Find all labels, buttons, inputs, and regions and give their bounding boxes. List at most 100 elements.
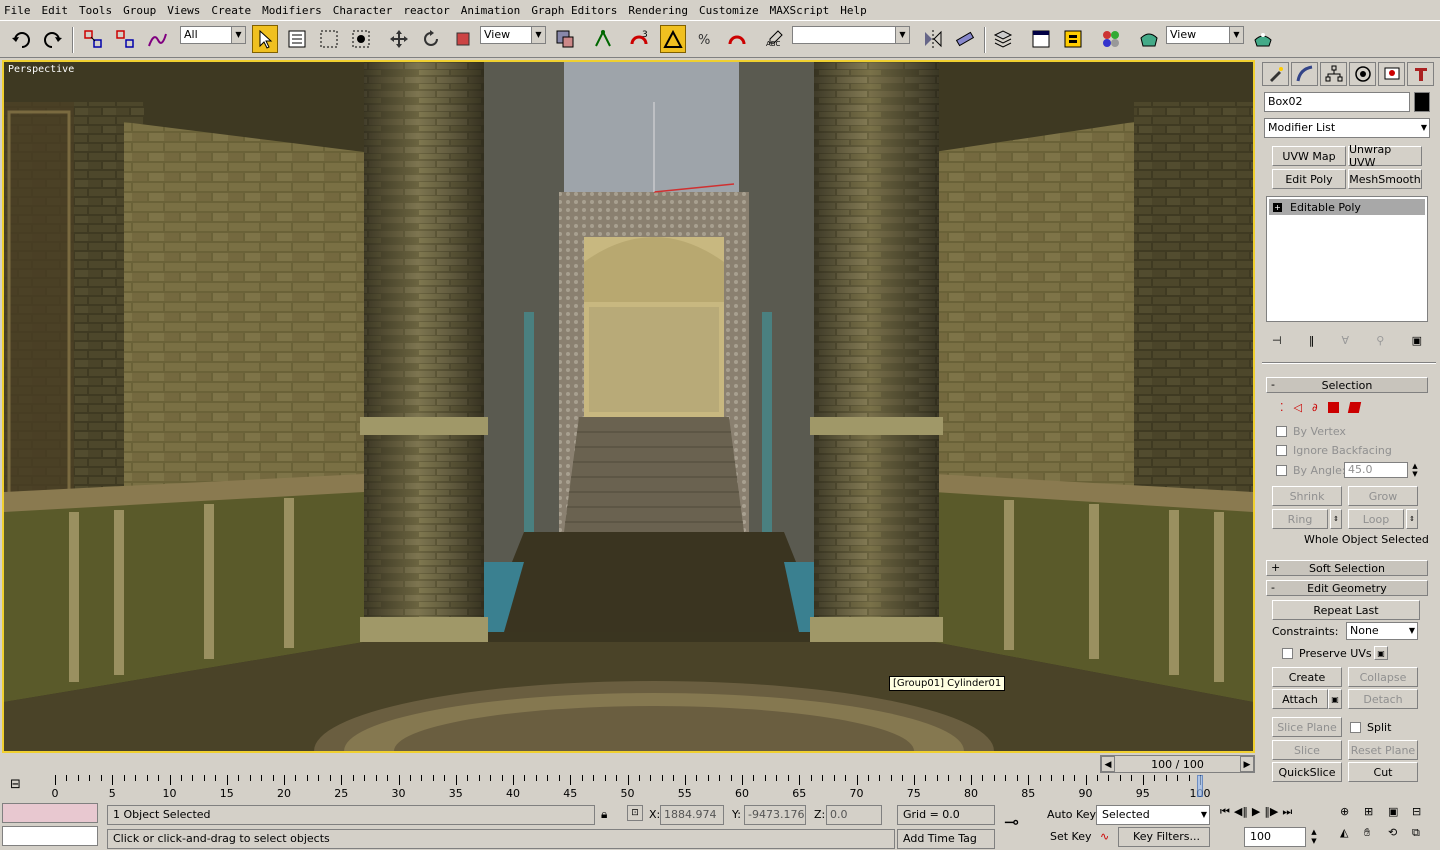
preserve-uvs-checkbox[interactable]: Preserve UVs bbox=[1282, 647, 1372, 660]
time-slider[interactable]: ◀ 100 / 100 ▶ bbox=[1100, 755, 1255, 773]
layer-manager-icon[interactable] bbox=[990, 25, 1016, 53]
edit-poly-button[interactable]: Edit Poly bbox=[1272, 169, 1346, 189]
maximize-viewport-icon[interactable]: ⧉ bbox=[1412, 826, 1434, 846]
edge-icon[interactable]: ◁ bbox=[1294, 401, 1302, 414]
reference-coordinate-dropdown[interactable]: View ▼ bbox=[480, 26, 546, 44]
maxscript-listener-top[interactable] bbox=[2, 803, 98, 823]
menu-item-animation[interactable]: Animation bbox=[461, 4, 521, 17]
by-angle-checkbox[interactable]: By Angle: bbox=[1276, 464, 1346, 477]
absolute-mode-icon[interactable]: ⊡ bbox=[627, 805, 643, 821]
object-color-swatch[interactable] bbox=[1414, 92, 1430, 112]
select-object-icon[interactable] bbox=[252, 25, 278, 53]
go-to-start-icon[interactable]: ⏮ bbox=[1220, 805, 1230, 823]
detach-button[interactable]: Detach bbox=[1348, 689, 1418, 709]
pivot-center-icon[interactable] bbox=[552, 25, 578, 53]
slice-button[interactable]: Slice bbox=[1272, 740, 1342, 760]
angle-snap-icon[interactable] bbox=[660, 25, 686, 53]
current-frame-field[interactable]: 100 bbox=[1244, 827, 1306, 847]
previous-frame-icon[interactable]: ◀‖ bbox=[1234, 805, 1248, 823]
attach-button[interactable]: Attach bbox=[1272, 689, 1328, 709]
selection-rollout-header[interactable]: - Selection bbox=[1266, 377, 1428, 393]
menu-item-edit[interactable]: Edit bbox=[42, 4, 69, 17]
unwrap-uvw-button[interactable]: Unwrap UVW bbox=[1348, 143, 1422, 169]
collapse-button[interactable]: Collapse bbox=[1348, 667, 1418, 687]
menu-item-group[interactable]: Group bbox=[123, 4, 156, 17]
perspective-viewport[interactable]: Perspective [Group01] Cylinder01 bbox=[2, 60, 1255, 753]
select-and-link-icon[interactable] bbox=[80, 25, 106, 53]
select-by-name-icon[interactable] bbox=[284, 25, 310, 53]
rectangular-selection-icon[interactable] bbox=[316, 25, 342, 53]
angle-spinner-input[interactable]: 45.0 bbox=[1344, 462, 1408, 478]
make-unique-icon[interactable]: ∀ bbox=[1342, 334, 1350, 347]
menu-item-help[interactable]: Help bbox=[840, 4, 867, 17]
arc-rotate-icon[interactable]: ⟲ bbox=[1388, 826, 1410, 846]
menu-item-character[interactable]: Character bbox=[333, 4, 393, 17]
spinner-snap-icon[interactable] bbox=[724, 25, 750, 53]
menu-item-customize[interactable]: Customize bbox=[699, 4, 759, 17]
time-slider-next-icon[interactable]: ▶ bbox=[1240, 756, 1254, 772]
object-name-field[interactable]: Box02 bbox=[1264, 92, 1410, 112]
y-coordinate-field[interactable]: -9473.176 bbox=[744, 805, 806, 825]
angle-spinner-arrows[interactable]: ▲ ▼ bbox=[1410, 462, 1420, 478]
zoom-extents-all-icon[interactable]: ⊟ bbox=[1412, 805, 1434, 824]
menu-item-views[interactable]: Views bbox=[167, 4, 200, 17]
quickslice-button[interactable]: QuickSlice bbox=[1272, 762, 1342, 782]
unlink-selection-icon[interactable] bbox=[112, 25, 138, 53]
frame-spinner-arrows[interactable]: ▲ ▼ bbox=[1308, 828, 1320, 846]
move-icon[interactable] bbox=[386, 25, 412, 53]
loop-spinner[interactable]: ⇕ bbox=[1406, 509, 1418, 529]
render-scene-icon[interactable] bbox=[1136, 25, 1162, 53]
stack-item-editable-poly[interactable]: + Editable Poly bbox=[1269, 199, 1425, 215]
menu-item-graph-editors[interactable]: Graph Editors bbox=[531, 4, 617, 17]
border-icon[interactable]: ∂ bbox=[1312, 401, 1318, 414]
scale-icon[interactable] bbox=[450, 25, 476, 53]
z-coordinate-field[interactable]: 0.0 bbox=[826, 805, 882, 825]
soft-selection-rollout-header[interactable]: + Soft Selection bbox=[1266, 560, 1428, 576]
ring-button[interactable]: Ring bbox=[1272, 509, 1328, 529]
loop-button[interactable]: Loop bbox=[1348, 509, 1404, 529]
menu-item-file[interactable]: File bbox=[4, 4, 31, 17]
material-editor-icon[interactable] bbox=[1098, 25, 1124, 53]
auto-key-button[interactable]: Auto Key bbox=[1047, 808, 1096, 821]
zoom-icon[interactable]: ⊕ bbox=[1340, 805, 1362, 824]
mirror-icon[interactable] bbox=[920, 25, 946, 53]
edit-named-selection-icon[interactable]: ABC bbox=[762, 25, 788, 53]
render-type-dropdown[interactable]: View ▼ bbox=[1166, 26, 1244, 44]
set-key-icon[interactable]: ⊸ bbox=[1004, 812, 1036, 836]
zoom-extents-icon[interactable]: ▣ bbox=[1388, 805, 1410, 824]
mini-curve-editor-icon[interactable]: ⊟ bbox=[10, 777, 32, 795]
preserve-uvs-settings-icon[interactable]: ▣ bbox=[1374, 646, 1388, 660]
repeat-last-button[interactable]: Repeat Last bbox=[1272, 600, 1420, 620]
menu-item-tools[interactable]: Tools bbox=[79, 4, 112, 17]
shrink-button[interactable]: Shrink bbox=[1272, 486, 1342, 506]
quick-render-icon[interactable] bbox=[1250, 25, 1276, 53]
modifier-stack[interactable]: + Editable Poly bbox=[1266, 196, 1428, 322]
key-filter-selection-dropdown[interactable]: Selected ▼ bbox=[1096, 805, 1210, 825]
utilities-tab-icon[interactable] bbox=[1407, 62, 1434, 86]
split-checkbox[interactable]: Split bbox=[1350, 721, 1391, 734]
rotate-icon[interactable] bbox=[418, 25, 444, 53]
next-frame-icon[interactable]: ‖▶ bbox=[1264, 805, 1278, 823]
selection-filter-dropdown[interactable]: All ▼ bbox=[180, 26, 246, 44]
named-selection-dropdown[interactable]: ▼ bbox=[792, 26, 910, 44]
cut-button[interactable]: Cut bbox=[1348, 762, 1418, 782]
modifier-list-dropdown[interactable]: Modifier List ▼ bbox=[1264, 118, 1430, 138]
set-key-button[interactable]: Set Key bbox=[1050, 830, 1092, 843]
menu-item-modifiers[interactable]: Modifiers bbox=[262, 4, 322, 17]
edit-geometry-rollout-header[interactable]: - Edit Geometry bbox=[1266, 580, 1428, 596]
remove-modifier-icon[interactable]: ⚲ bbox=[1376, 334, 1384, 347]
reset-plane-button[interactable]: Reset Plane bbox=[1348, 740, 1418, 760]
uvw-map-button[interactable]: UVW Map bbox=[1272, 146, 1346, 166]
bind-to-space-warp-icon[interactable] bbox=[144, 25, 170, 53]
menu-item-maxscript[interactable]: MAXScript bbox=[770, 4, 830, 17]
grow-button[interactable]: Grow bbox=[1348, 486, 1418, 506]
motion-tab-icon[interactable] bbox=[1349, 62, 1376, 86]
element-icon[interactable] bbox=[1347, 401, 1361, 413]
create-tab-icon[interactable] bbox=[1262, 62, 1289, 86]
configure-modifier-sets-icon[interactable]: ▣ bbox=[1412, 334, 1422, 347]
percent-snap-icon[interactable]: % bbox=[692, 25, 718, 53]
pin-stack-icon[interactable]: ⊣ bbox=[1272, 334, 1282, 347]
by-vertex-checkbox[interactable]: By Vertex bbox=[1276, 425, 1346, 438]
polygon-icon[interactable] bbox=[1327, 401, 1339, 413]
hierarchy-tab-icon[interactable] bbox=[1320, 62, 1347, 86]
